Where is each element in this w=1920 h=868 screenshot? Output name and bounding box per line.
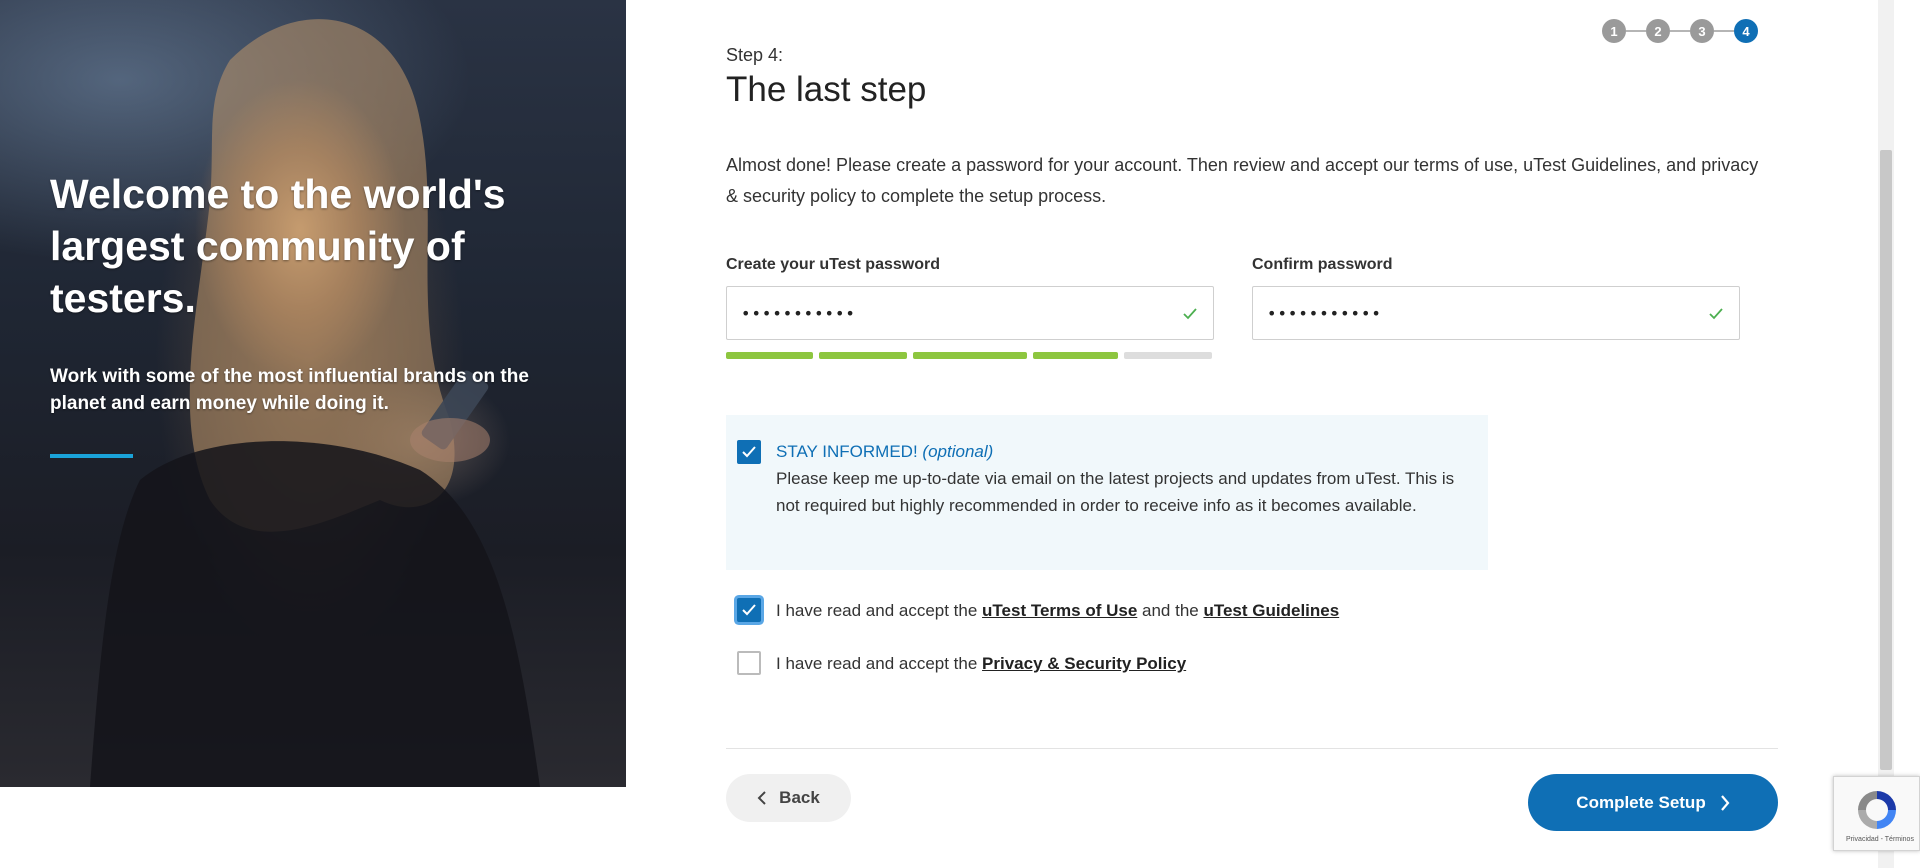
- stay-informed-heading: STAY INFORMED!: [776, 442, 918, 461]
- hero-accent-line: [50, 454, 133, 458]
- password-strength-meter: [726, 352, 1214, 359]
- strength-segment: [726, 352, 813, 359]
- page-title: The last step: [726, 70, 927, 109]
- step-connector: [1670, 30, 1690, 32]
- step-4-active: 4: [1734, 19, 1758, 43]
- step-connector: [1626, 30, 1646, 32]
- terms-middle: and the: [1137, 601, 1204, 620]
- progress-stepper: 1 2 3 4: [1602, 19, 1758, 43]
- form-divider: [726, 748, 1778, 749]
- recaptcha-footer[interactable]: Privacidad - Términos: [1846, 836, 1914, 843]
- check-icon: [1709, 308, 1723, 320]
- strength-segment: [819, 352, 907, 359]
- back-button-label: Back: [779, 788, 820, 807]
- chevron-left-icon: [757, 791, 766, 805]
- checkmark-icon: [742, 446, 756, 458]
- recaptcha-badge[interactable]: Privacidad - Términos: [1833, 776, 1920, 851]
- terms-accept-text: I have read and accept the uTest Terms o…: [776, 601, 1339, 621]
- terms-of-use-link[interactable]: uTest Terms of Use: [982, 601, 1137, 620]
- intro-text: Almost done! Please create a password fo…: [726, 155, 1759, 206]
- complete-setup-label: Complete Setup: [1576, 792, 1706, 812]
- confirm-password-input[interactable]: [1267, 303, 1707, 323]
- strength-segment: [1033, 352, 1118, 359]
- hero-panel: Welcome to the world's largest community…: [0, 0, 626, 787]
- privacy-prefix: I have read and accept the: [776, 654, 983, 673]
- privacy-accept-text: I have read and accept the Privacy & Sec…: [776, 654, 1186, 674]
- step-connector: [1714, 30, 1734, 32]
- confirm-field-wrapper: [1252, 286, 1740, 340]
- optional-tag: (optional): [922, 442, 994, 461]
- back-button[interactable]: Back: [726, 774, 851, 822]
- confirm-password-label: Confirm password: [1252, 256, 1393, 273]
- check-icon: [1183, 308, 1197, 320]
- password-field-wrapper: [726, 286, 1214, 340]
- page-scrollbar[interactable]: [1878, 0, 1894, 868]
- hero-title: Welcome to the world's largest community…: [50, 171, 506, 321]
- hero-subtitle: Work with some of the most influential b…: [50, 366, 529, 414]
- stay-informed-title: STAY INFORMED! (optional): [776, 442, 993, 462]
- step-label: Step 4:: [726, 45, 784, 65]
- stay-informed-text: Please keep me up-to-date via email on t…: [776, 469, 1455, 515]
- terms-prefix: I have read and accept the: [776, 601, 983, 620]
- guidelines-link[interactable]: uTest Guidelines: [1203, 601, 1339, 620]
- privacy-policy-link[interactable]: Privacy & Security Policy: [982, 654, 1186, 673]
- checkmark-icon: [742, 604, 756, 616]
- complete-setup-button[interactable]: Complete Setup: [1528, 774, 1778, 831]
- step-2: 2: [1646, 19, 1670, 43]
- privacy-checkbox[interactable]: [737, 651, 761, 675]
- chevron-right-icon: [1720, 794, 1730, 811]
- recaptcha-icon: [1858, 791, 1896, 829]
- scrollbar-thumb[interactable]: [1880, 150, 1892, 770]
- step-1: 1: [1602, 19, 1626, 43]
- stay-informed-checkbox[interactable]: [737, 440, 761, 464]
- strength-segment: [1124, 352, 1212, 359]
- password-label: Create your uTest password: [726, 256, 940, 273]
- step-3: 3: [1690, 19, 1714, 43]
- terms-checkbox[interactable]: [737, 598, 761, 622]
- strength-segment: [913, 352, 1027, 359]
- password-input[interactable]: [741, 303, 1181, 323]
